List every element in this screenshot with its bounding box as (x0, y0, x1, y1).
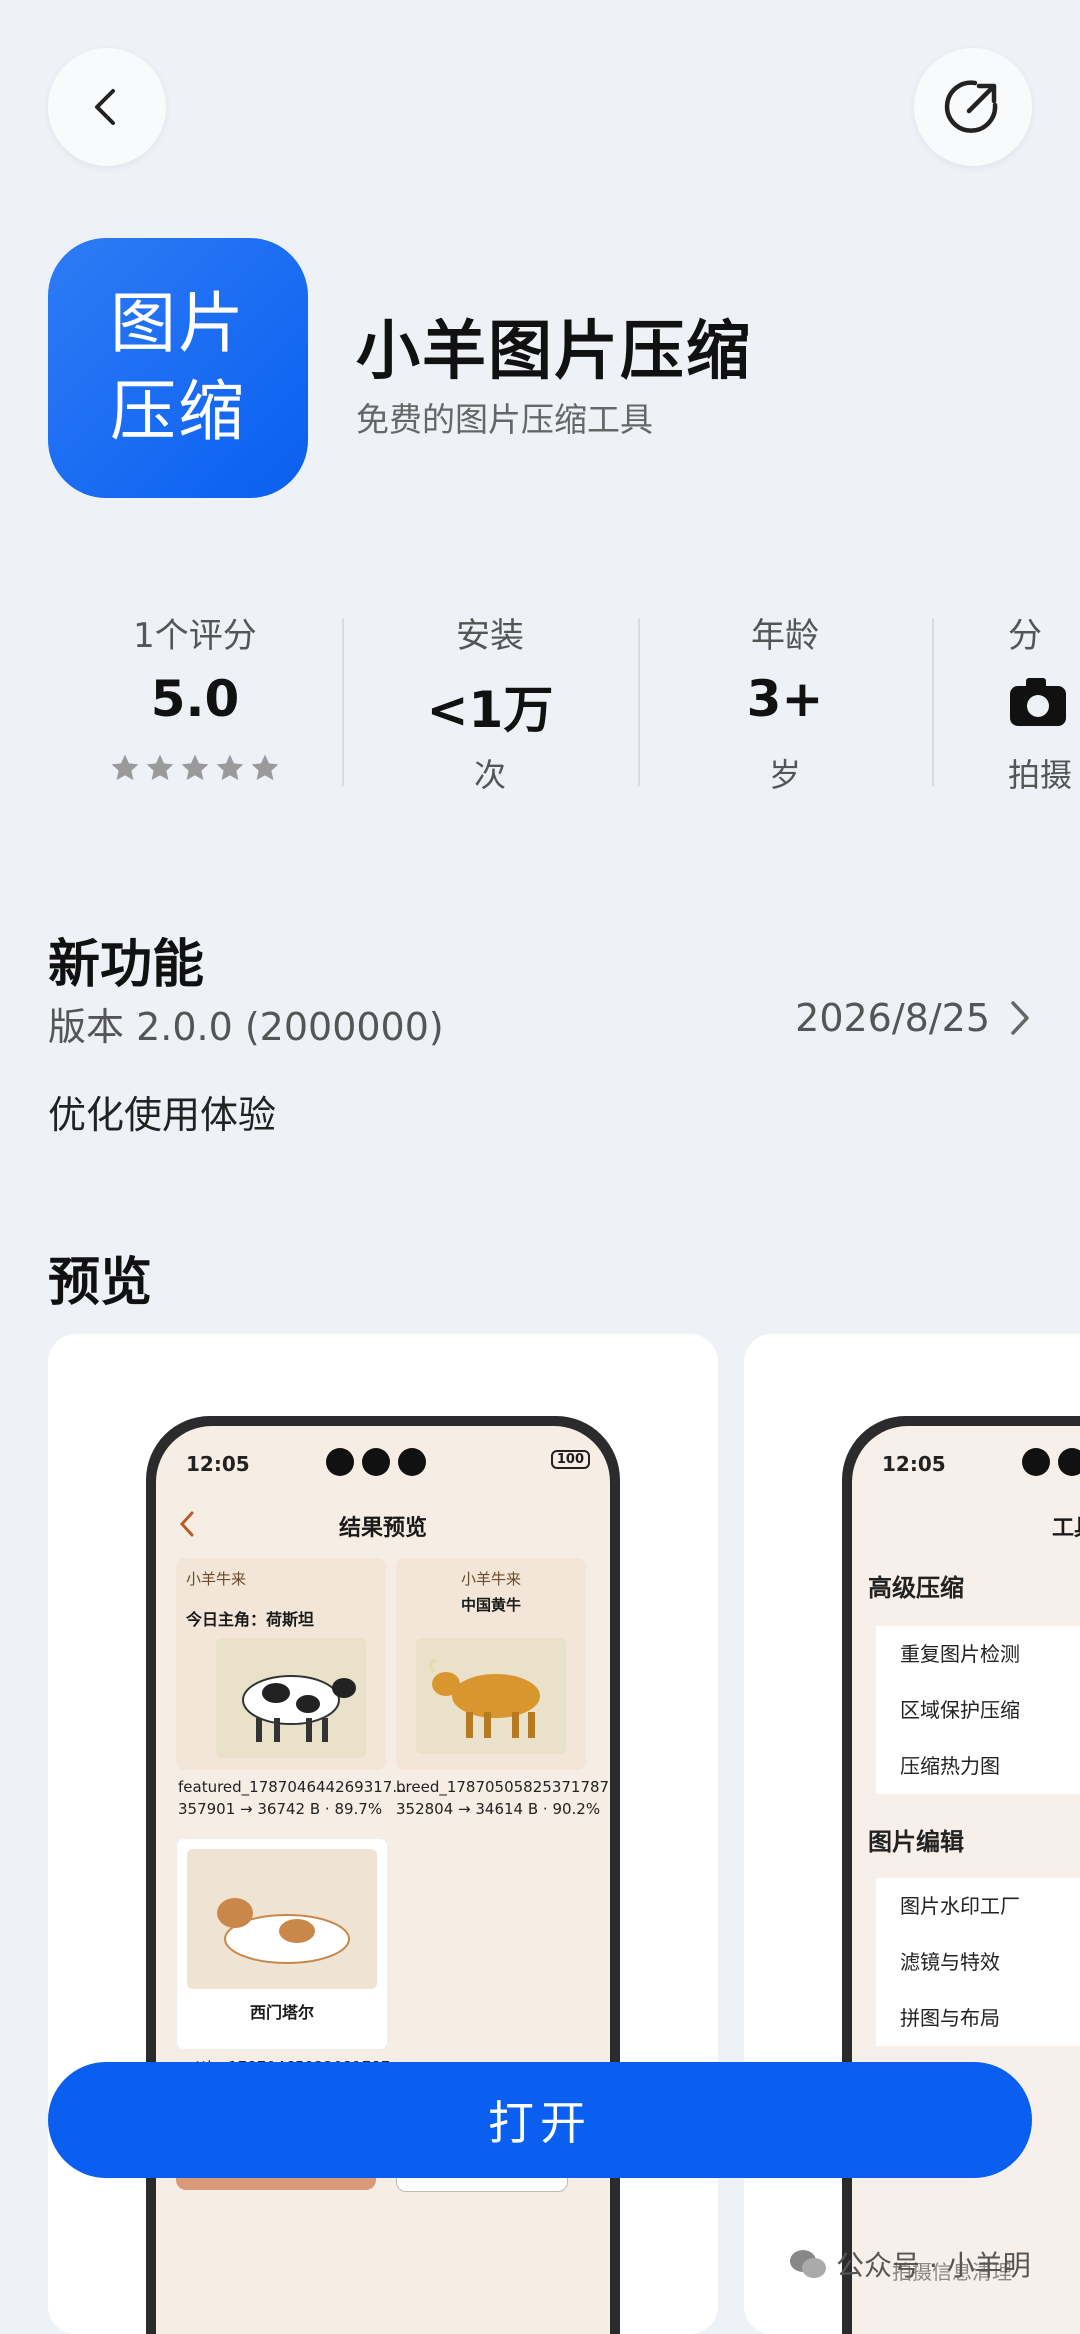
card-heading: 中国黄牛 (460, 1596, 521, 1614)
back-button[interactable] (48, 48, 166, 166)
compression-stats: 352804 → 34614 B · 90.2% (396, 1800, 601, 1818)
battery-indicator: 100 (550, 1450, 590, 1469)
camera-cutout (1022, 1448, 1080, 1476)
stat-divider (638, 618, 640, 786)
screen-title: 结果预览 (338, 1516, 427, 1541)
app-title: 小羊图片压缩 (356, 315, 752, 389)
age-unit: 岁 (768, 756, 801, 794)
rating-count-label: 1个评分 (133, 616, 257, 656)
installs-label: 安装 (456, 616, 524, 656)
menu-section-edit: 图片编辑 (868, 1828, 964, 1856)
rating-stars (70, 752, 320, 784)
stat-divider (342, 618, 344, 786)
watermark-text: 公众号 · 小羊明 (836, 2249, 1031, 2282)
star-icon (146, 754, 174, 781)
app-icon: 图片 压缩 (48, 238, 308, 498)
card-brand: 小羊牛来 (460, 1570, 521, 1588)
whats-new-title: 新功能 (48, 935, 205, 995)
result-card: 小羊牛来 今日主角：荷斯坦 (176, 1558, 386, 1770)
menu-item[interactable]: 图片水印工厂 (876, 1878, 1080, 1934)
star-icon (111, 754, 139, 781)
menu-item[interactable]: 滤镜与特效 (876, 1934, 1080, 1990)
phone-frame: 12:05 100 结果预览 小羊牛来 今日主角：荷斯坦 featured_17… (146, 1416, 620, 2334)
rating-value: 5.0 (150, 670, 240, 728)
ox-image (416, 1638, 566, 1754)
app-icon-line2: 压缩 (110, 373, 246, 450)
star-icon (216, 754, 244, 781)
result-card: 小羊牛来 中国黄牛 (396, 1558, 586, 1770)
chevron-right-icon (1011, 1001, 1029, 1035)
cow-image (216, 1638, 366, 1758)
star-icon (251, 754, 279, 781)
watermark: 公众号 · 小羊明 (788, 2244, 1031, 2284)
preview-title: 预览 (48, 1253, 153, 1313)
share-button[interactable] (914, 48, 1032, 166)
star-icon (181, 754, 209, 781)
app-subtitle: 免费的图片压缩工具 (356, 400, 653, 439)
card-heading: 西门塔尔 (249, 2003, 314, 2022)
camera-icon (1010, 678, 1066, 726)
installs-unit: 次 (473, 756, 506, 794)
card-heading: 今日主角：荷斯坦 (186, 1610, 315, 1629)
phone-frame: 12:05 工具 高级压缩 重复图片检测 区域保护压缩 压缩热力图 图片编辑 图… (842, 1416, 1080, 2334)
preview-screenshot-1[interactable]: 12:05 100 结果预览 小羊牛来 今日主角：荷斯坦 featured_17… (48, 1334, 718, 2334)
installs-value: <1万 (426, 681, 554, 739)
cow-illustration (242, 1675, 356, 1742)
file-name: featured_178704644269317... (178, 1778, 407, 1796)
menu-item[interactable]: 重复图片检测 (876, 1626, 1080, 1682)
menu-item[interactable]: 区域保护压缩 (876, 1682, 1080, 1738)
category-label: 分 (1008, 616, 1042, 656)
stat-rating: 1个评分 5.0 (70, 608, 320, 784)
ox-illustration (429, 1658, 540, 1738)
release-date: 2026/8/25 (795, 996, 990, 1040)
chevron-left-icon (95, 89, 115, 125)
release-notes: 优化使用体验 (48, 1093, 277, 1137)
open-button[interactable]: 打开 (48, 2062, 1032, 2178)
phone-screen: 12:05 工具 高级压缩 重复图片检测 区域保护压缩 压缩热力图 图片编辑 图… (852, 1426, 1080, 2334)
cow-lying-illustration (217, 1898, 350, 1964)
age-label: 年龄 (751, 616, 819, 656)
stat-installs: 安装 <1万 次 (365, 608, 615, 796)
file-name: breed_17870505825371787... (396, 1778, 610, 1796)
wechat-icon (790, 2250, 826, 2278)
phone-screen: 12:05 100 结果预览 小羊牛来 今日主角：荷斯坦 featured_17… (156, 1426, 610, 2334)
preview-screenshot-2[interactable]: 12:05 工具 高级压缩 重复图片检测 区域保护压缩 压缩热力图 图片编辑 图… (744, 1334, 1080, 2334)
phone-time: 12:05 (186, 1452, 250, 1476)
stat-age: 年龄 3+ 岁 (660, 608, 910, 796)
screen-title: 工具 (1052, 1516, 1080, 1541)
compression-stats: 357901 → 36742 B · 89.7% (178, 1800, 383, 1818)
menu-section-advanced: 高级压缩 (868, 1574, 964, 1602)
version-text: 版本 2.0.0 (2000000) (48, 1005, 444, 1049)
camera-cutout (326, 1448, 426, 1476)
version-history-link[interactable]: 2026/8/25 (795, 990, 1032, 1046)
menu-item[interactable]: 拼图与布局 (876, 1990, 1080, 2046)
result-card: 西门塔尔 (176, 1838, 388, 2050)
cow-lying-image (187, 1849, 377, 1989)
card-brand: 小羊牛来 (186, 1570, 247, 1588)
stat-category: 分 拍摄 (1008, 608, 1080, 796)
phone-time: 12:05 (882, 1452, 946, 1476)
app-icon-line1: 图片 (110, 285, 246, 362)
share-icon (944, 80, 998, 133)
menu-item[interactable]: 压缩热力图 (876, 1738, 1080, 1794)
age-value: 3+ (746, 670, 824, 728)
category-value: 拍摄 (1008, 756, 1073, 794)
stat-divider (932, 618, 934, 786)
